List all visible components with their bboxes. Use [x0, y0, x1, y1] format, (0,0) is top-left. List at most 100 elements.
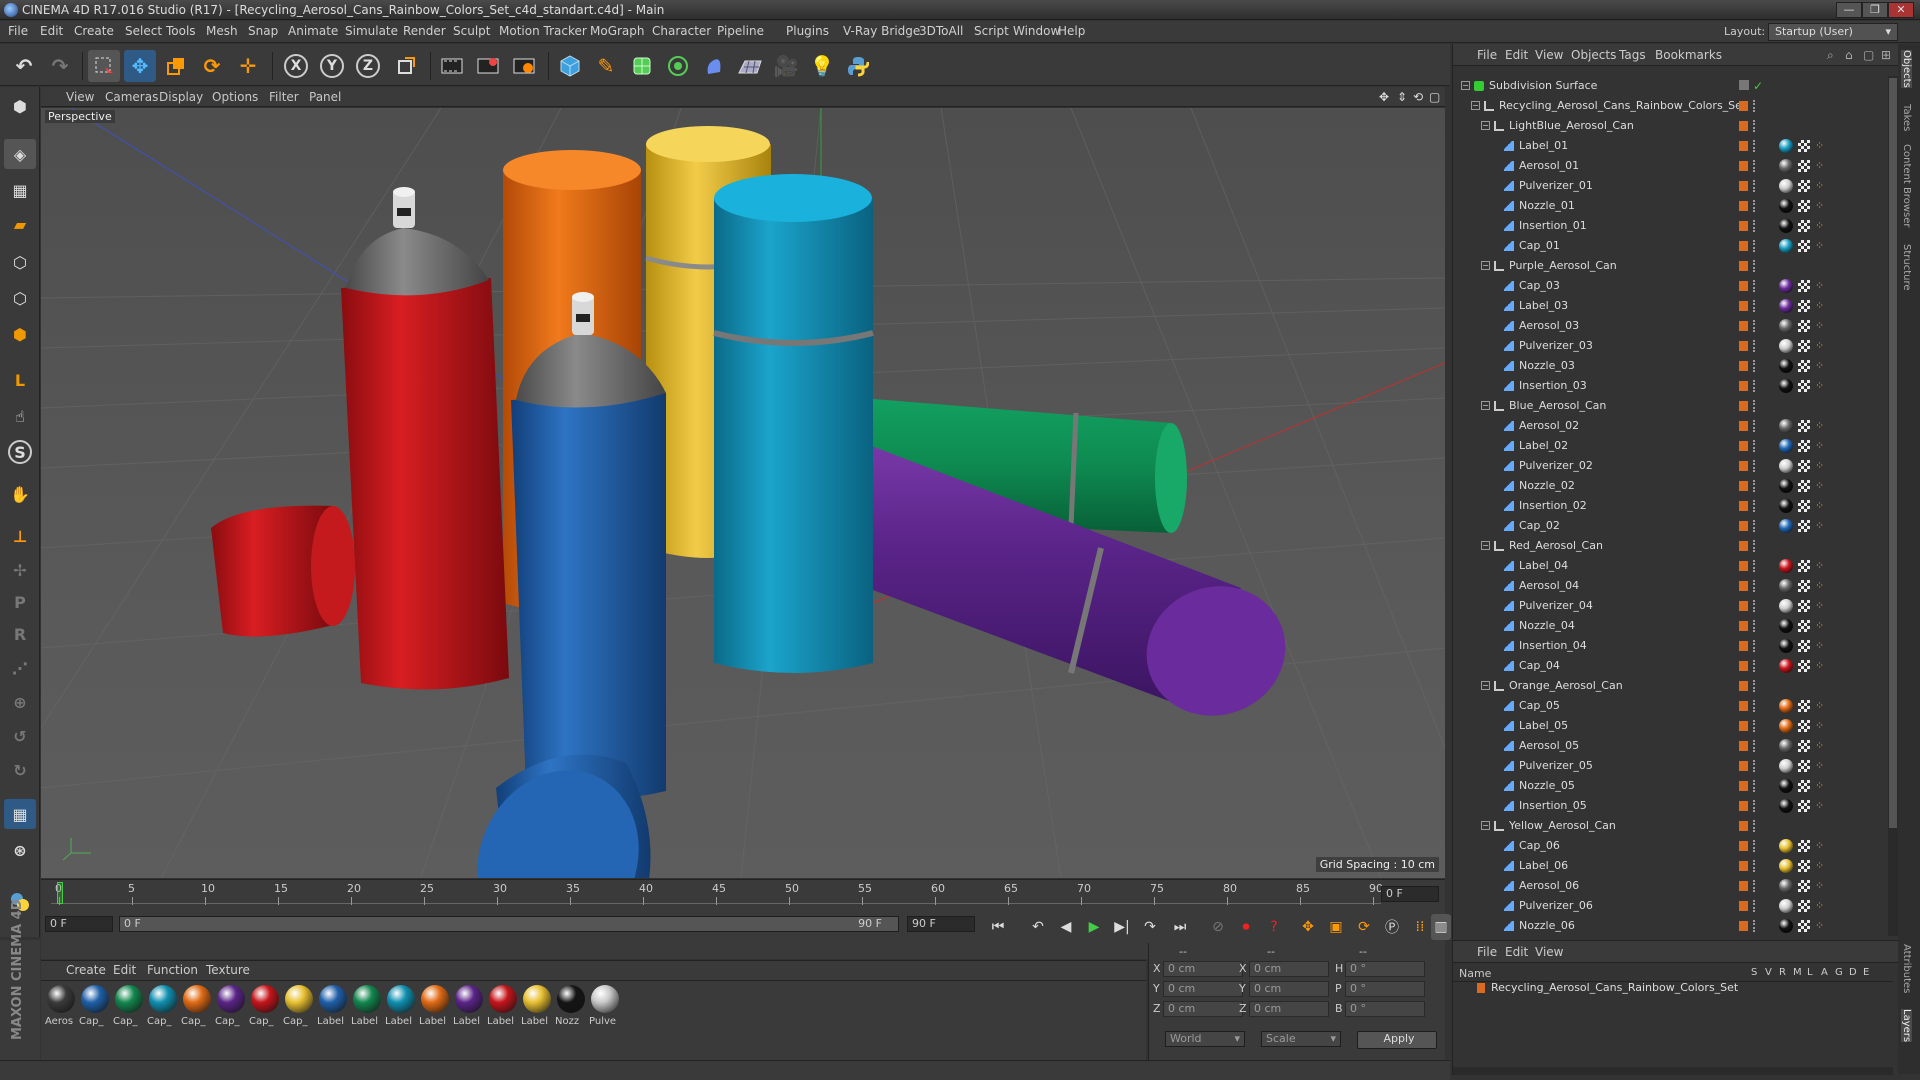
enabled-checkmark-icon[interactable]: ✓ — [1753, 76, 1763, 96]
object-row[interactable]: Cap_01 ⁘ — [1453, 236, 1893, 256]
visibility-dots-icon[interactable] — [1753, 260, 1757, 272]
object-row[interactable]: Pulverizer_03 ⁘ — [1453, 336, 1893, 356]
object-row[interactable]: Aerosol_05 ⁘ — [1453, 736, 1893, 756]
visibility-dots-icon[interactable] — [1753, 580, 1757, 592]
collapse-toggle-icon[interactable]: − — [1481, 821, 1490, 830]
phong-tag-icon[interactable]: ⁘ — [1815, 280, 1827, 292]
layer-column-d[interactable]: D — [1849, 967, 1857, 978]
align-workplane-y-icon[interactable]: R — [4, 619, 36, 649]
object-menu-edit[interactable]: Edit — [1505, 48, 1528, 62]
layer-color-icon[interactable] — [1739, 321, 1748, 331]
visibility-dots-icon[interactable] — [1753, 680, 1757, 692]
texture-tag-icon[interactable] — [1798, 420, 1810, 432]
layer-horizontal-scrollbar[interactable] — [1453, 1067, 1893, 1075]
phong-tag-icon[interactable]: ⁘ — [1815, 180, 1827, 192]
material-tag-icon[interactable] — [1779, 419, 1793, 433]
object-row[interactable]: − Recycling_Aerosol_Cans_Rainbow_Colors_S… — [1453, 96, 1893, 116]
go-to-start-icon[interactable]: ⏮ — [985, 914, 1011, 940]
layer-menu-view[interactable]: View — [1535, 945, 1563, 959]
material-tag-icon[interactable] — [1779, 199, 1793, 213]
editor-visibility-icon[interactable] — [1739, 80, 1749, 90]
tab-objects[interactable]: Objects — [1901, 50, 1912, 88]
object-row[interactable]: − Yellow_Aerosol_Can — [1453, 816, 1893, 836]
layer-color-icon[interactable] — [1739, 181, 1748, 191]
object-name[interactable]: Label_01 — [1519, 136, 1568, 156]
visibility-dots-icon[interactable] — [1753, 900, 1757, 912]
frame-range-slider[interactable]: 0 F 90 F — [119, 916, 899, 932]
object-row[interactable]: Pulverizer_01 ⁘ — [1453, 176, 1893, 196]
redo-icon[interactable]: ↷ — [44, 50, 76, 82]
layer-color-icon[interactable] — [1739, 761, 1748, 771]
phong-tag-icon[interactable]: ⁘ — [1815, 580, 1827, 592]
layer-color-icon[interactable] — [1739, 561, 1748, 571]
polygons-mode-icon[interactable]: ⬢ — [4, 319, 36, 349]
go-to-end-icon[interactable]: ⏭ — [1167, 914, 1193, 940]
material-item[interactable]: Cap_ — [113, 985, 145, 1027]
tab-takes[interactable]: Takes — [1901, 104, 1912, 131]
solo-icon[interactable]: ↻ — [4, 755, 36, 785]
collapse-toggle-icon[interactable]: − — [1481, 401, 1490, 410]
visibility-dots-icon[interactable] — [1753, 280, 1757, 292]
object-name[interactable]: Nozzle_05 — [1519, 776, 1575, 796]
object-name[interactable]: Cap_01 — [1519, 236, 1560, 256]
object-name[interactable]: Purple_Aerosol_Can — [1509, 256, 1617, 276]
tab-attributes[interactable]: Attributes — [1901, 944, 1912, 993]
object-name[interactable]: Pulverizer_03 — [1519, 336, 1593, 356]
object-name[interactable]: Cap_04 — [1519, 656, 1560, 676]
visibility-dots-icon[interactable] — [1753, 820, 1757, 832]
object-row[interactable]: − LightBlue_Aerosol_Can — [1453, 116, 1893, 136]
light-icon[interactable]: 💡 — [806, 50, 838, 82]
object-menu-view[interactable]: View — [1535, 48, 1563, 62]
object-name[interactable]: Nozzle_04 — [1519, 616, 1575, 636]
phong-tag-icon[interactable]: ⁘ — [1815, 560, 1827, 572]
object-row[interactable]: Nozzle_02 ⁘ — [1453, 476, 1893, 496]
object-row[interactable]: Label_04 ⁘ — [1453, 556, 1893, 576]
viewport-maximize-icon[interactable]: ▢ — [1429, 90, 1440, 104]
object-name[interactable]: Pulverizer_04 — [1519, 596, 1593, 616]
phong-tag-icon[interactable]: ⁘ — [1815, 840, 1827, 852]
layer-color-icon[interactable] — [1739, 361, 1748, 371]
texture-tag-icon[interactable] — [1798, 660, 1810, 672]
material-tag-icon[interactable] — [1779, 879, 1793, 893]
make-editable-icon[interactable]: ⬢ — [4, 91, 36, 121]
phong-tag-icon[interactable]: ⁘ — [1815, 320, 1827, 332]
visibility-dots-icon[interactable] — [1753, 600, 1757, 612]
material-tag-icon[interactable] — [1779, 559, 1793, 573]
menu-animate[interactable]: Animate — [288, 24, 338, 38]
material-tag-icon[interactable] — [1779, 719, 1793, 733]
object-row[interactable]: Nozzle_05 ⁘ — [1453, 776, 1893, 796]
panel-menu-icon[interactable]: ⊞ — [1881, 48, 1891, 62]
align-selection-icon[interactable]: ⊕ — [4, 687, 36, 717]
texture-tag-icon[interactable] — [1798, 840, 1810, 852]
visibility-dots-icon[interactable] — [1753, 920, 1757, 932]
texture-tag-icon[interactable] — [1798, 240, 1810, 252]
cube-icon[interactable] — [554, 50, 586, 82]
layer-color-icon[interactable] — [1739, 201, 1748, 211]
object-name[interactable]: Yellow_Aerosol_Can — [1509, 816, 1616, 836]
material-item[interactable]: Label — [419, 985, 451, 1027]
viewport-rotate-icon[interactable]: ⟲ — [1413, 90, 1423, 104]
phong-tag-icon[interactable]: ⁘ — [1815, 660, 1827, 672]
layer-color-icon[interactable] — [1739, 581, 1748, 591]
material-item[interactable]: Cap_ — [249, 985, 281, 1027]
points-mode-icon[interactable]: ⬡ — [4, 247, 36, 277]
texture-tag-icon[interactable] — [1798, 380, 1810, 392]
layer-column-g[interactable]: G — [1835, 967, 1843, 978]
tab-content-browser[interactable]: Content Browser — [1901, 144, 1912, 227]
object-name[interactable]: Aerosol_06 — [1519, 876, 1579, 896]
object-row[interactable]: Nozzle_04 ⁘ — [1453, 616, 1893, 636]
material-item[interactable]: Cap_ — [215, 985, 247, 1027]
material-tag-icon[interactable] — [1779, 279, 1793, 293]
layer-column-r[interactable]: R — [1779, 967, 1786, 978]
menu-select[interactable]: Select — [125, 24, 162, 38]
phong-tag-icon[interactable]: ⁘ — [1815, 380, 1827, 392]
grid-lock-icon[interactable]: ▦ — [4, 799, 36, 829]
texture-tag-icon[interactable] — [1798, 740, 1810, 752]
object-name[interactable]: Nozzle_03 — [1519, 356, 1575, 376]
layer-color-icon[interactable] — [1739, 421, 1748, 431]
visibility-dots-icon[interactable] — [1753, 440, 1757, 452]
object-row[interactable]: Insertion_01 ⁘ — [1453, 216, 1893, 236]
material-tag-icon[interactable] — [1779, 599, 1793, 613]
object-row[interactable]: Aerosol_02 ⁘ — [1453, 416, 1893, 436]
object-row[interactable]: Cap_06 ⁘ — [1453, 836, 1893, 856]
